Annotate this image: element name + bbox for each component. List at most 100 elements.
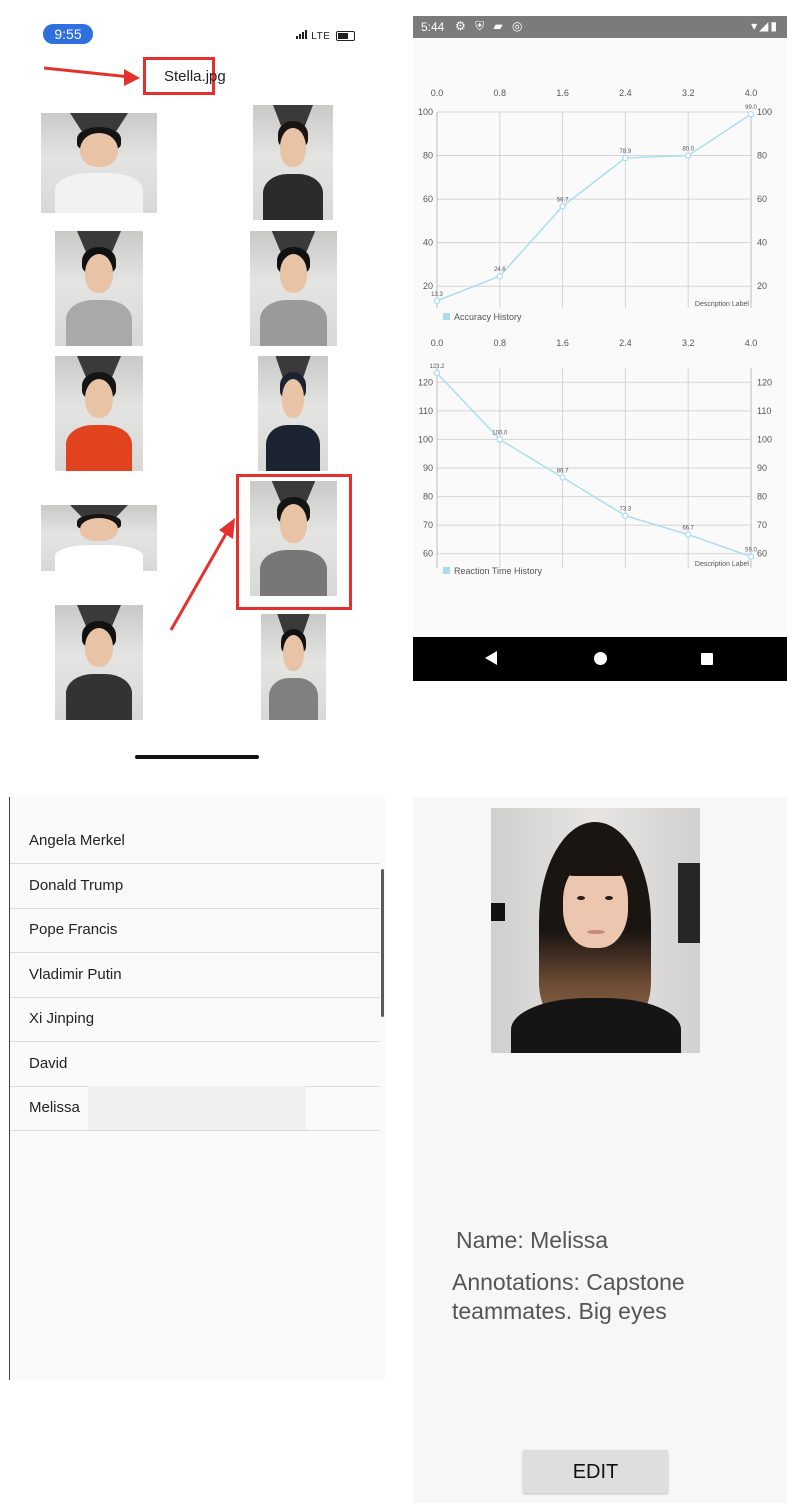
- photo-5[interactable]: [55, 356, 143, 471]
- photo-2[interactable]: [253, 105, 333, 220]
- list-item-label: David: [29, 1054, 68, 1072]
- x-tick-label: 0.0: [431, 338, 444, 348]
- person-name: Name: Melissa: [456, 1227, 609, 1253]
- android-status-time: 5:44: [421, 20, 445, 34]
- y-tick-label-right: 60: [757, 549, 767, 559]
- arrow-annotation-icon: [43, 66, 140, 86]
- x-tick-label: 3.2: [682, 338, 695, 348]
- y-tick-label-left: 100: [418, 107, 433, 117]
- photo-4[interactable]: [250, 231, 337, 346]
- list-item[interactable]: Xi Jinping: [10, 997, 380, 1042]
- battery-icon: [335, 31, 355, 42]
- x-tick-label: 0.0: [431, 88, 444, 98]
- arrow-annotation-icon: [169, 518, 235, 631]
- data-label: 66.7: [682, 526, 694, 532]
- y-tick-label-left: 80: [423, 151, 433, 161]
- y-tick-label-right: 80: [757, 151, 767, 161]
- data-label: 100.0: [492, 430, 508, 436]
- y-tick-label-right: 80: [757, 492, 767, 502]
- data-label: 56.7: [557, 197, 569, 203]
- android-nav-bar: [413, 637, 787, 681]
- person-detail-panel: Name: Melissa Annotations: Capstone team…: [413, 797, 787, 1503]
- home-icon[interactable]: [594, 652, 607, 665]
- list-item-label: Angela Merkel: [29, 832, 125, 849]
- series-line: [436, 113, 752, 302]
- list-item-label: Xi Jinping: [29, 1010, 95, 1027]
- y-tick-label-left: 80: [423, 492, 433, 502]
- edit-button[interactable]: EDIT: [523, 1450, 668, 1493]
- x-tick-label: 0.8: [494, 338, 507, 348]
- data-label: 73.3: [620, 507, 632, 513]
- list-item[interactable]: David: [10, 1042, 380, 1087]
- data-label: 13.3: [431, 292, 443, 298]
- description-label: Description Label: [695, 561, 750, 568]
- data-point: [685, 152, 692, 159]
- y-tick-label-right: 90: [757, 463, 767, 473]
- data-point: [622, 512, 629, 519]
- y-tick-label-right: 40: [757, 238, 767, 248]
- selected-filename: Stella.jpg: [164, 68, 226, 85]
- person-photo: [491, 808, 700, 1053]
- list-item[interactable]: Donald Trump: [10, 864, 380, 909]
- charts-area: 0.00.81.62.43.24.04.82020404060608080100…: [418, 88, 772, 576]
- data-label: 86.7: [557, 468, 569, 474]
- y-tick-label-left: 60: [423, 549, 433, 559]
- description-label: Description Label: [695, 301, 750, 308]
- legend-swatch: [443, 567, 450, 574]
- network-label: LTE: [311, 31, 331, 42]
- y-tick-label-left: 120: [418, 377, 433, 387]
- list-scrollbar[interactable]: [381, 869, 384, 1017]
- back-icon[interactable]: [485, 651, 497, 665]
- legend-label: Accuracy History: [454, 312, 522, 322]
- data-label: 80.0: [682, 147, 694, 153]
- series-line: [436, 372, 752, 558]
- x-tick-label: 0.8: [494, 88, 507, 98]
- list-item[interactable]: Melissa: [10, 1086, 380, 1131]
- y-tick-label-right: 120: [757, 377, 772, 387]
- y-tick-label-left: 110: [419, 406, 433, 416]
- x-tick-label: 2.4: [619, 88, 632, 98]
- home-indicator[interactable]: [135, 755, 259, 759]
- people-list-panel: Angela Merkel Donald Trump Pope Francis Vla…: [9, 797, 385, 1380]
- recents-icon[interactable]: [701, 653, 713, 665]
- x-tick-label: 4.0: [745, 88, 758, 98]
- y-tick-label-right: 110: [757, 406, 771, 416]
- data-label: 78.9: [620, 149, 632, 155]
- y-tick-label-right: 100: [757, 434, 772, 444]
- touch-ripple: [88, 1086, 306, 1130]
- data-point: [685, 531, 692, 538]
- photo-1[interactable]: [41, 113, 157, 213]
- y-tick-label-left: 20: [423, 281, 433, 291]
- photo-3[interactable]: [55, 231, 143, 346]
- wifi-signal-battery-icons: ▾◢▮: [751, 19, 779, 33]
- data-point: [496, 436, 504, 443]
- y-tick-label-right: 60: [757, 194, 767, 204]
- selected-photo-highlight-box: [236, 474, 352, 610]
- ios-photo-picker-panel: 9:55 LTE Stella.jpg: [0, 0, 400, 780]
- list-item[interactable]: Pope Francis: [10, 908, 380, 953]
- x-tick-label: 1.6: [556, 338, 569, 348]
- y-tick-label-right: 20: [757, 281, 767, 291]
- status-time: 9:55: [43, 24, 93, 44]
- photo-9[interactable]: [55, 605, 143, 720]
- y-tick-label-right: 70: [757, 520, 767, 530]
- data-point: [622, 154, 629, 162]
- data-label: 123.2: [429, 364, 445, 370]
- data-point: [559, 203, 566, 210]
- data-point: [496, 273, 504, 280]
- android-status-bar: 5:44 ⚙ ⛨ ▰ ◎ ▾◢▮: [413, 16, 787, 38]
- x-tick-label: 1.6: [556, 88, 569, 98]
- data-point: [559, 474, 566, 481]
- list-item[interactable]: Angela Merkel: [10, 819, 380, 864]
- y-tick-label-left: 60: [423, 194, 433, 204]
- photo-7[interactable]: [41, 505, 157, 571]
- photo-6[interactable]: [258, 356, 328, 471]
- legend-swatch: [443, 313, 450, 320]
- list-item-label: Donald Trump: [29, 876, 124, 894]
- signal-icon: [296, 30, 308, 42]
- list-item[interactable]: Vladimir Putin: [10, 953, 380, 998]
- photo-10[interactable]: [261, 614, 326, 720]
- data-point: [747, 553, 755, 560]
- status-indicators: LTE: [296, 30, 355, 42]
- data-label: 99.0: [745, 105, 757, 111]
